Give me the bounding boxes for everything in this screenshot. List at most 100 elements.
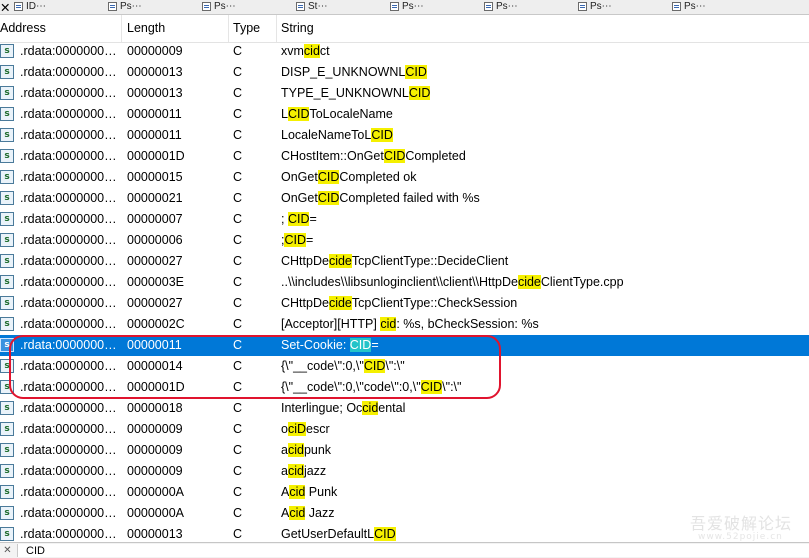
column-header-address[interactable]: Address xyxy=(0,15,122,42)
tab-1[interactable]: Ps⋯ xyxy=(108,0,142,13)
close-filter-icon[interactable]: ✕ xyxy=(2,545,13,556)
document-icon xyxy=(296,2,305,11)
table-row[interactable]: s .rdata:0000000… 0000002C C [Acceptor][HTTP… xyxy=(0,314,809,335)
string-cell: {\"__code\":0,\"CID\":\" xyxy=(281,356,405,377)
match-highlight: cide xyxy=(328,296,352,310)
string-segment: o xyxy=(281,422,288,436)
string-item-icon: s xyxy=(0,506,14,520)
match-highlight: cid xyxy=(287,464,304,478)
table-row[interactable]: s .rdata:0000000… 0000001D C {\"__code\":0,\… xyxy=(0,377,809,398)
string-item-icon: s xyxy=(0,275,14,289)
table-row[interactable]: s .rdata:0000000… 00000014 C {\"__code\":0,\… xyxy=(0,356,809,377)
table-row[interactable]: s .rdata:0000000… 00000009 Cacidjazz xyxy=(0,461,809,482)
table-row[interactable]: s .rdata:0000000… 00000006 C ;CID= xyxy=(0,230,809,251)
string-segment: = xyxy=(306,233,314,247)
table-row[interactable]: s .rdata:0000000… 0000000A C Acid Punk xyxy=(0,482,809,503)
string-cell: Acid Jazz xyxy=(281,503,335,524)
string-segment: punk xyxy=(303,443,332,457)
match-highlight: CID xyxy=(284,233,307,247)
tab-7[interactable]: Ps⋯ xyxy=(672,0,706,13)
string-item-icon: s xyxy=(0,443,14,457)
string-segment: GetUserDefaultL xyxy=(281,527,375,541)
string-segment: \":\" xyxy=(442,380,462,394)
table-row[interactable]: s .rdata:0000000… 0000001D C CHostItem::OnGe… xyxy=(0,146,809,167)
length-cell: 0000003E xyxy=(127,275,185,289)
table-row[interactable]: s .rdata:0000000… 0000003E C ..\\includes\\l… xyxy=(0,272,809,293)
tab-3[interactable]: St⋯ xyxy=(296,0,327,13)
string-item-icon: s xyxy=(0,401,14,415)
tab-2[interactable]: Ps⋯ xyxy=(202,0,236,13)
type-cell: C xyxy=(233,212,243,226)
table-row[interactable]: s .rdata:0000000… 00000021 C OnGetCIDComplet… xyxy=(0,188,809,209)
table-row[interactable]: s .rdata:0000000… 00000013 C DISP_E_UNKNOWNL… xyxy=(0,62,809,83)
table-row[interactable]: s .rdata:0000000… 00000013 C TYPE_E_UNKNOWNL… xyxy=(0,83,809,104)
string-item-icon: s xyxy=(0,107,14,121)
string-segment: {\"__code\":0,\"code\":0,\" xyxy=(281,380,421,394)
address-cell: .rdata:0000000… xyxy=(20,170,117,184)
document-icon xyxy=(108,2,117,11)
string-segment: Completed ok xyxy=(339,170,417,184)
tab-0[interactable]: ID⋯ xyxy=(14,0,46,13)
string-item-icon: s xyxy=(0,212,14,226)
table-row[interactable]: s .rdata:0000000… 00000007 C ; CID= xyxy=(0,209,809,230)
string-cell: xvmcidct xyxy=(281,41,330,62)
table-row[interactable]: s .rdata:0000000… 00000009 Cacidpunk xyxy=(0,440,809,461)
string-cell: ..\\includes\\libsunloginclient\\client\… xyxy=(281,272,624,293)
column-header-string[interactable]: String xyxy=(281,15,809,42)
match-highlight: CID xyxy=(317,191,340,205)
length-cell: 00000011 xyxy=(127,128,182,142)
type-cell: C xyxy=(233,296,243,310)
length-cell: 00000013 xyxy=(127,86,183,100)
table-row[interactable]: s .rdata:0000000… 00000011 C LocaleNameToLCI… xyxy=(0,125,809,146)
tab-5[interactable]: Ps⋯ xyxy=(484,0,518,13)
string-segment: [Acceptor][HTTP] xyxy=(281,317,381,331)
filter-input[interactable] xyxy=(17,544,809,557)
string-segment: Set-Cookie: xyxy=(281,338,350,352)
string-segment: escr xyxy=(306,422,330,436)
type-cell: C xyxy=(233,422,243,436)
length-cell: 00000011 xyxy=(127,107,182,121)
table-row[interactable]: s .rdata:0000000… 00000009 Cxvmcidct xyxy=(0,41,809,62)
column-header-type[interactable]: Type xyxy=(233,15,277,42)
string-cell: ;CID= xyxy=(281,230,313,251)
string-cell: {\"__code\":0,\"code\":0,\"CID\":\" xyxy=(281,377,461,398)
string-segment: Completed failed with %s xyxy=(339,191,480,205)
string-segment: ToLocaleName xyxy=(309,107,393,121)
table-row[interactable]: s .rdata:0000000… 00000011 C LCIDToLocaleNam… xyxy=(0,104,809,125)
document-icon xyxy=(14,2,23,11)
string-cell: ; CID= xyxy=(281,209,317,230)
tab-6[interactable]: Ps⋯ xyxy=(578,0,612,13)
tab-label: Ps⋯ xyxy=(496,1,518,12)
table-row[interactable]: s .rdata:0000000… 00000027 C CHttpDecideTcpC… xyxy=(0,251,809,272)
table-row[interactable]: s .rdata:0000000… 00000009 CociDescr xyxy=(0,419,809,440)
string-segment: CHostItem::OnGet xyxy=(281,149,384,163)
string-cell: CHostItem::OnGetCIDCompleted xyxy=(281,146,466,167)
table-row[interactable]: s .rdata:0000000… 00000018 C Interlingue; Oc… xyxy=(0,398,809,419)
table-row[interactable]: s .rdata:0000000… 00000015 C OnGetCIDComplet… xyxy=(0,167,809,188)
address-cell: .rdata:0000000… xyxy=(20,212,117,226)
string-item-icon: s xyxy=(0,359,14,373)
match-highlight: cid xyxy=(380,317,397,331)
string-segment: CHttpDe xyxy=(281,296,329,310)
table-row[interactable]: s .rdata:0000000… 00000011 C Set-Cookie: CID… xyxy=(0,335,809,356)
address-cell: .rdata:0000000… xyxy=(20,233,117,247)
address-cell: .rdata:0000000… xyxy=(20,86,117,100)
column-header-length[interactable]: Length xyxy=(127,15,229,42)
tab-4[interactable]: Ps⋯ xyxy=(390,0,424,13)
string-item-icon: s xyxy=(0,86,14,100)
length-cell: 00000007 xyxy=(127,212,183,226)
match-highlight: CID xyxy=(287,212,310,226)
tab-label: ID⋯ xyxy=(26,1,46,12)
string-segment: : %s, bCheckSession: %s xyxy=(396,317,539,331)
type-cell: C xyxy=(233,317,243,331)
length-cell: 0000002C xyxy=(127,317,185,331)
column-header: Address Length Type String xyxy=(0,15,809,43)
length-cell: 0000000A xyxy=(127,485,185,499)
match-highlight: cid xyxy=(303,44,320,58)
length-cell: 0000001D xyxy=(127,380,185,394)
table-row[interactable]: s .rdata:0000000… 00000027 C CHttpDecideTcpC… xyxy=(0,293,809,314)
table-row[interactable]: s .rdata:0000000… 0000000A C Acid Jazz xyxy=(0,503,809,524)
address-cell: .rdata:0000000… xyxy=(20,317,117,331)
string-segment: L xyxy=(281,107,288,121)
string-cell: OnGetCIDCompleted ok xyxy=(281,167,416,188)
